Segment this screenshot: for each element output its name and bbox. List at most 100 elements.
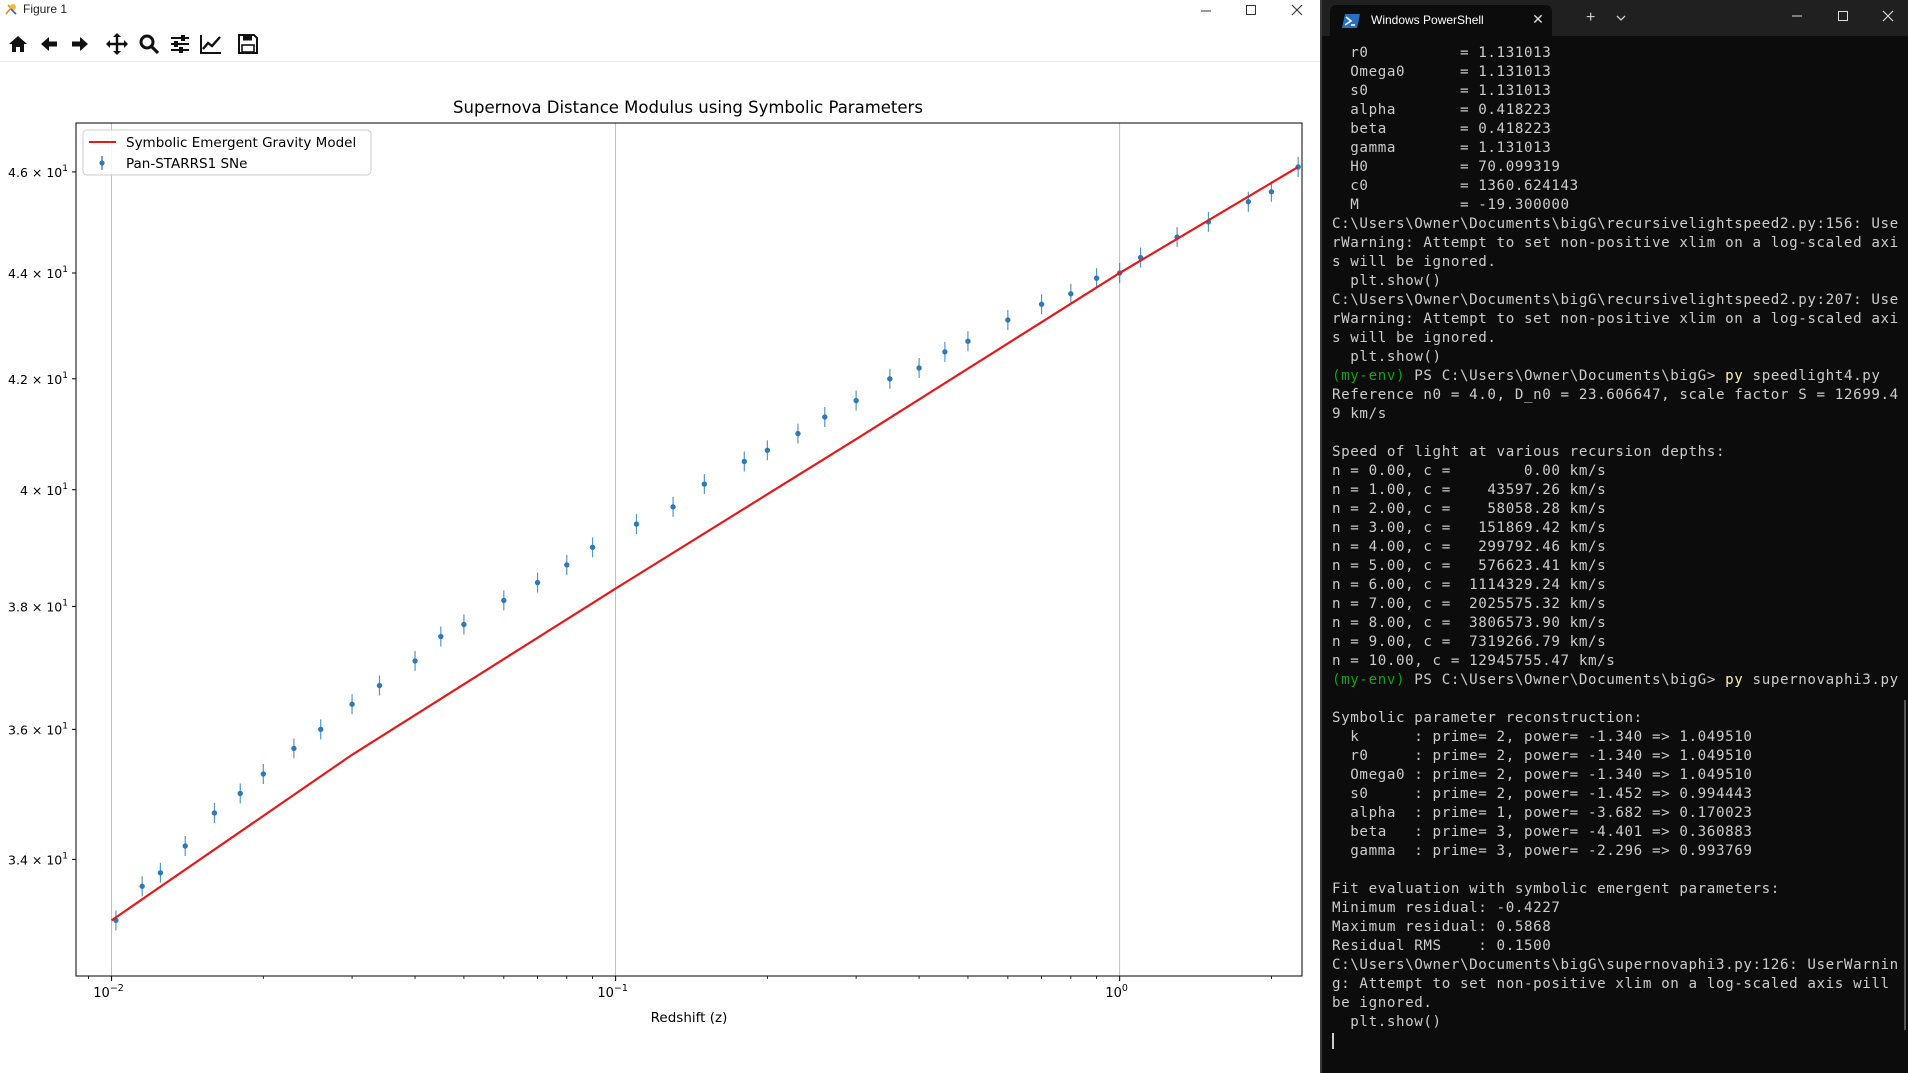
maximize-icon	[1838, 11, 1848, 21]
minimize-button[interactable]	[1184, 0, 1228, 20]
sne-marker	[139, 883, 145, 889]
move-arrows-icon	[106, 33, 128, 55]
terminal-line: gamma = 1.131013	[1332, 140, 1552, 156]
terminal-line: r0 : prime= 2, power= -1.340 => 1.049510	[1332, 748, 1753, 764]
x-tick-label: 100	[1105, 983, 1128, 1001]
sne-marker	[157, 870, 164, 876]
legend-sne-label: Pan-STARRS1 SNe	[126, 156, 247, 172]
terminal-line: s will be ignored.	[1332, 254, 1497, 270]
sne-marker	[318, 726, 324, 733]
maximize-button[interactable]	[1229, 0, 1273, 20]
sne-marker	[1268, 189, 1275, 195]
sne-marker	[701, 481, 708, 487]
figure-titlebar[interactable]: Figure 1	[0, 0, 1320, 20]
terminal-line: beta = 0.418223	[1332, 121, 1552, 137]
close-button[interactable]	[1275, 0, 1319, 20]
sne-marker	[461, 621, 467, 628]
terminal-minimize-button[interactable]	[1774, 0, 1820, 32]
sne-point	[260, 764, 267, 785]
minimize-icon	[1792, 15, 1802, 17]
sne-marker	[670, 504, 676, 510]
terminal-line: r0 = 1.131013	[1332, 45, 1552, 61]
terminal-line: s0 : prime= 2, power= -1.452 => 0.994443	[1332, 786, 1753, 802]
terminal-line: plt.show()	[1332, 349, 1442, 365]
terminal-line: beta : prime= 3, power= -4.401 => 0.3608…	[1332, 824, 1753, 840]
terminal-line: plt.show()	[1332, 1014, 1442, 1030]
terminal-line: Omega0 = 1.131013	[1332, 64, 1552, 80]
zoom-button[interactable]	[135, 30, 163, 58]
terminal-line: n = 4.00, c = 299792.46 km/s	[1332, 539, 1607, 555]
terminal-tab-bar[interactable]: Windows PowerShell ✕ +	[1322, 0, 1908, 36]
sne-point	[633, 514, 640, 535]
y-tick-label: 3.4 × 101	[8, 851, 68, 867]
terminal-scrollbar[interactable]	[1904, 700, 1906, 1030]
terminal-output[interactable]: r0 = 1.131013 Omega0 = 1.131013 s0 = 1.1…	[1332, 44, 1906, 1051]
y-tick-label: 4.6 × 101	[8, 164, 68, 180]
sne-marker	[795, 430, 801, 437]
terminal-line: (my-env) PS C:\Users\Owner\Documents\big…	[1332, 672, 1899, 688]
sne-point	[701, 474, 708, 495]
terminal-line: s will be ignored.	[1332, 330, 1497, 346]
home-button[interactable]	[4, 30, 32, 58]
magnifier-icon	[139, 34, 160, 55]
terminal-line: n = 10.00, c = 12945755.47 km/s	[1332, 653, 1616, 669]
figure-window: Figure 1 Supernova Distance Modulus usin…	[0, 0, 1320, 1073]
terminal-maximize-button[interactable]	[1820, 0, 1866, 32]
home-icon	[9, 36, 27, 52]
arrow-right-icon	[72, 37, 88, 51]
terminal-prompt-line[interactable]	[1332, 1032, 1906, 1051]
terminal-line: Symbolic parameter reconstruction:	[1332, 710, 1643, 726]
sne-point	[965, 331, 971, 352]
sne-point	[916, 357, 922, 378]
pan-button[interactable]	[103, 30, 131, 58]
axes-frame	[75, 122, 1303, 977]
sne-marker	[260, 771, 267, 777]
terminal-line: gamma : prime= 3, power= -2.296 => 0.993…	[1332, 843, 1753, 859]
sne-marker	[501, 597, 507, 604]
sne-marker	[211, 810, 218, 816]
figure-window-title: Figure 1	[23, 2, 68, 16]
sne-marker	[438, 633, 444, 640]
maximize-icon	[1246, 5, 1256, 15]
sne-marker	[237, 790, 243, 797]
terminal-line: C:\Users\Owner\Documents\bigG\recursivel…	[1332, 292, 1899, 308]
terminal-close-button[interactable]	[1865, 0, 1908, 32]
terminal-line: n = 7.00, c = 2025575.32 km/s	[1332, 596, 1607, 612]
sne-marker	[853, 397, 859, 404]
forward-button[interactable]	[66, 30, 94, 58]
sne-point	[589, 537, 596, 558]
sne-point	[822, 407, 828, 428]
chevron-down-icon[interactable]	[1614, 11, 1628, 25]
terminal-line: n = 0.00, c = 0.00 km/s	[1332, 463, 1607, 479]
terminal-line: alpha = 0.418223	[1332, 102, 1552, 118]
tab-title: Windows PowerShell	[1371, 13, 1484, 27]
sne-point	[887, 368, 893, 389]
configure-subplots-button[interactable]	[166, 30, 194, 58]
terminal-line: Maximum residual: 0.5868	[1332, 919, 1552, 935]
sne-marker	[887, 376, 893, 382]
tab-close-icon[interactable]: ✕	[1530, 12, 1546, 28]
terminal-line: n = 9.00, c = 7319266.79 km/s	[1332, 634, 1607, 650]
back-button[interactable]	[35, 30, 63, 58]
edit-axis-button[interactable]	[197, 30, 225, 58]
figure-toolbar	[0, 25, 1320, 62]
sne-marker	[764, 447, 771, 453]
terminal-line: n = 1.00, c = 43597.26 km/s	[1332, 482, 1607, 498]
terminal-line: Omega0 : prime= 2, power= -1.340 => 1.04…	[1332, 767, 1753, 783]
save-button[interactable]	[234, 30, 262, 58]
sne-point	[564, 554, 570, 575]
powershell-icon	[1342, 14, 1360, 28]
x-axis-label: Redshift (z)	[651, 1010, 728, 1026]
sne-marker	[291, 745, 297, 752]
x-tick-label: 10−2	[93, 983, 124, 1001]
sne-point	[1005, 309, 1011, 330]
sne-point	[412, 650, 418, 671]
terminal-line: be ignored.	[1332, 995, 1433, 1011]
legend: Symbolic Emergent Gravity Model Pan-STAR…	[82, 129, 372, 176]
tab-windows-powershell[interactable]: Windows PowerShell ✕	[1330, 5, 1552, 36]
terminal-line: Fit evaluation with symbolic emergent pa…	[1332, 881, 1780, 897]
new-tab-button[interactable]: +	[1586, 9, 1595, 27]
sne-point	[291, 738, 297, 759]
terminal-line: g: Attempt to set non-positive xlim on a…	[1332, 976, 1890, 992]
